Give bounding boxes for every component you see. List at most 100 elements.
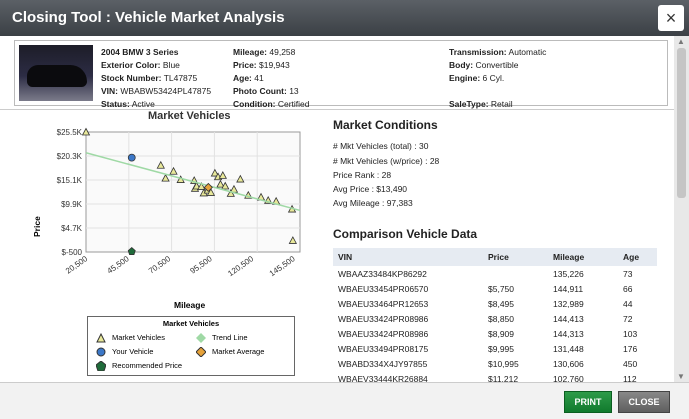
table-cell: $8,909 [488, 328, 514, 339]
table-row[interactable]: WBABD334X4JY97855 $10,995 130,606 450 [333, 356, 657, 371]
market-condition-line: Price Rank : 28 [333, 170, 392, 180]
legend-title: Market Vehicles [162, 319, 220, 328]
legend-item-market-vehicles: Market Vehicles [96, 332, 165, 343]
table-cell [483, 266, 548, 281]
table-row[interactable]: WBAEU33494PR08175 $9,995 131,448 176 [333, 341, 657, 356]
table-cell: 135,226 [553, 268, 584, 279]
vehicle-field: Stock Number: TL47875 [101, 72, 211, 85]
your-vehicle-point [127, 153, 136, 162]
vehicle-field-value: Retail [490, 99, 513, 109]
section-divider [0, 109, 674, 110]
vehicle-field: Engine: 6 Cyl. [449, 72, 546, 85]
vehicle-field-value: $19,943 [259, 60, 290, 70]
table-row[interactable]: WBAEU33424PR08986 $8,850 144,413 72 [333, 311, 657, 326]
table-cell: $8,850 [488, 313, 514, 324]
vehicle-field-label: Stock Number: [101, 73, 162, 83]
table-cell: 176 [623, 343, 638, 354]
vehicle-field-value: Blue [162, 60, 180, 70]
scroll-down-icon[interactable]: ▼ [677, 372, 685, 381]
table-cell: 131,448 [553, 343, 584, 354]
y-tick-label: $15.1K [57, 176, 83, 185]
table-cell: 450 [623, 358, 638, 369]
vehicle-field-value: 6 Cyl. [482, 73, 505, 83]
table-cell: $9,995 [488, 343, 514, 354]
triangle-icon [96, 332, 106, 343]
vehicle-field-value: Convertible [475, 60, 519, 70]
vehicle-details-col2: Mileage: 49,258 Price: $19,943 Age: 41 Phot… [233, 46, 310, 111]
vehicle-field-value: Active [131, 99, 155, 109]
vehicle-field-label: Mileage: [233, 47, 268, 57]
vehicle-field-label: Status: [101, 99, 130, 109]
table-cell: 73 [623, 268, 633, 279]
column-header-vin[interactable]: VIN [333, 248, 483, 266]
table-row[interactable]: WBAEU33464PR12653 $8,495 132,989 44 [333, 296, 657, 311]
dialog-titlebar: Closing Tool : Vehicle Market Analysis × [0, 0, 689, 36]
vehicle-field: 2004 BMW 3 Series [101, 46, 211, 59]
vehicle-field-value: 2004 BMW 3 Series [101, 47, 179, 57]
legend-item-market-average: Market Average [195, 346, 264, 358]
vertical-scrollbar[interactable]: ▲ ▼ [674, 36, 689, 382]
close-icon[interactable]: × [658, 5, 684, 31]
y-tick-label: $20.3K [57, 152, 83, 161]
table-cell: WBAEU33464PR12653 [338, 298, 429, 309]
market-condition-line: # Mkt Vehicles (total) : 30 [333, 141, 429, 151]
vehicle-field: Exterior Color: Blue [101, 59, 211, 72]
x-tick-label: 120,500 [226, 254, 255, 278]
table-row[interactable]: WBAAZ33484KP86292 135,226 73 [333, 266, 657, 281]
legend-label: Market Vehicles [112, 333, 165, 342]
diamond-icon [195, 346, 207, 358]
table-cell: $10,995 [488, 358, 519, 369]
diamond-icon [196, 333, 206, 344]
table-cell: WBAEU33454PR06570 [338, 283, 429, 294]
table-cell: 144,911 [553, 283, 584, 294]
market-scatter-chart: $25.5K $20.3K $15.1K $9.9K $4.7K $-50020,500 4… [57, 127, 301, 278]
vehicle-field-label: Price: [233, 60, 257, 70]
vehicle-field: Mileage: 49,258 [233, 46, 310, 59]
vehicle-photo [19, 45, 93, 101]
print-button[interactable]: PRINT [564, 391, 612, 413]
vehicle-field-value: 41 [254, 73, 264, 83]
vehicle-field-value: TL47875 [163, 73, 198, 83]
table-cell: WBAEU33424PR08986 [338, 328, 429, 339]
pentagon-icon [95, 360, 107, 372]
legend-label: Recommended Price [112, 361, 183, 370]
table-cell: WBAEU33494PR08175 [338, 343, 429, 354]
vehicle-field-value: WBABW53424PL47875 [120, 86, 212, 96]
vehicle-field-label: Body: [449, 60, 474, 70]
market-condition-line: # Mkt Vehicles (w/price) : 28 [333, 156, 440, 166]
column-header-price[interactable]: Price [483, 248, 548, 266]
vehicle-field: Photo Count: 13 [233, 85, 310, 98]
circle-icon [96, 347, 106, 357]
vehicle-field: Age: 41 [233, 72, 310, 85]
vehicle-field-value: 49,258 [269, 47, 296, 57]
chart-legend: Market Vehicles Market Vehicles Trend Li… [87, 316, 295, 376]
column-header-age[interactable]: Age [618, 248, 657, 266]
close-button[interactable]: CLOSE [618, 391, 670, 413]
vehicle-field-value: Certified [277, 99, 310, 109]
scroll-up-icon[interactable]: ▲ [677, 37, 685, 46]
vehicle-field: Body: Convertible [449, 59, 546, 72]
y-axis-label: Price [32, 216, 42, 237]
x-tick-label: 145,500 [268, 254, 297, 278]
scrollbar-thumb[interactable] [677, 48, 686, 198]
comparison-title: Comparison Vehicle Data [333, 227, 478, 241]
column-header-mileage[interactable]: Mileage [548, 248, 618, 266]
vehicle-field-label: Photo Count: [233, 86, 287, 96]
market-condition-line: Avg Mileage : 97,383 [333, 198, 413, 208]
legend-item-your-vehicle: Your Vehicle [96, 347, 153, 357]
table-row[interactable]: WBAEU33454PR06570 $5,750 144,911 66 [333, 281, 657, 296]
table-cell: WBABD334X4JY97855 [338, 358, 428, 369]
table-cell: $5,750 [488, 283, 514, 294]
vehicle-field-label: Exterior Color: [101, 60, 161, 70]
y-tick-label: $4.7K [61, 224, 83, 233]
vehicle-summary-card: 2004 BMW 3 Series Exterior Color: Blue Sto… [14, 40, 668, 109]
y-tick-label: $-500 [62, 248, 83, 257]
y-tick-label: $9.9K [61, 200, 83, 209]
table-cell: $8,495 [488, 298, 514, 309]
vehicle-details-col3: Transmission: Automatic Body: Convertible… [449, 46, 546, 111]
table-row[interactable]: WBAEU33424PR08986 $8,909 144,313 103 [333, 326, 657, 341]
table-cell: 72 [623, 313, 633, 324]
table-cell: WBAEU33424PR08986 [338, 313, 429, 324]
plot-area [85, 131, 301, 253]
vehicle-field: Price: $19,943 [233, 59, 310, 72]
